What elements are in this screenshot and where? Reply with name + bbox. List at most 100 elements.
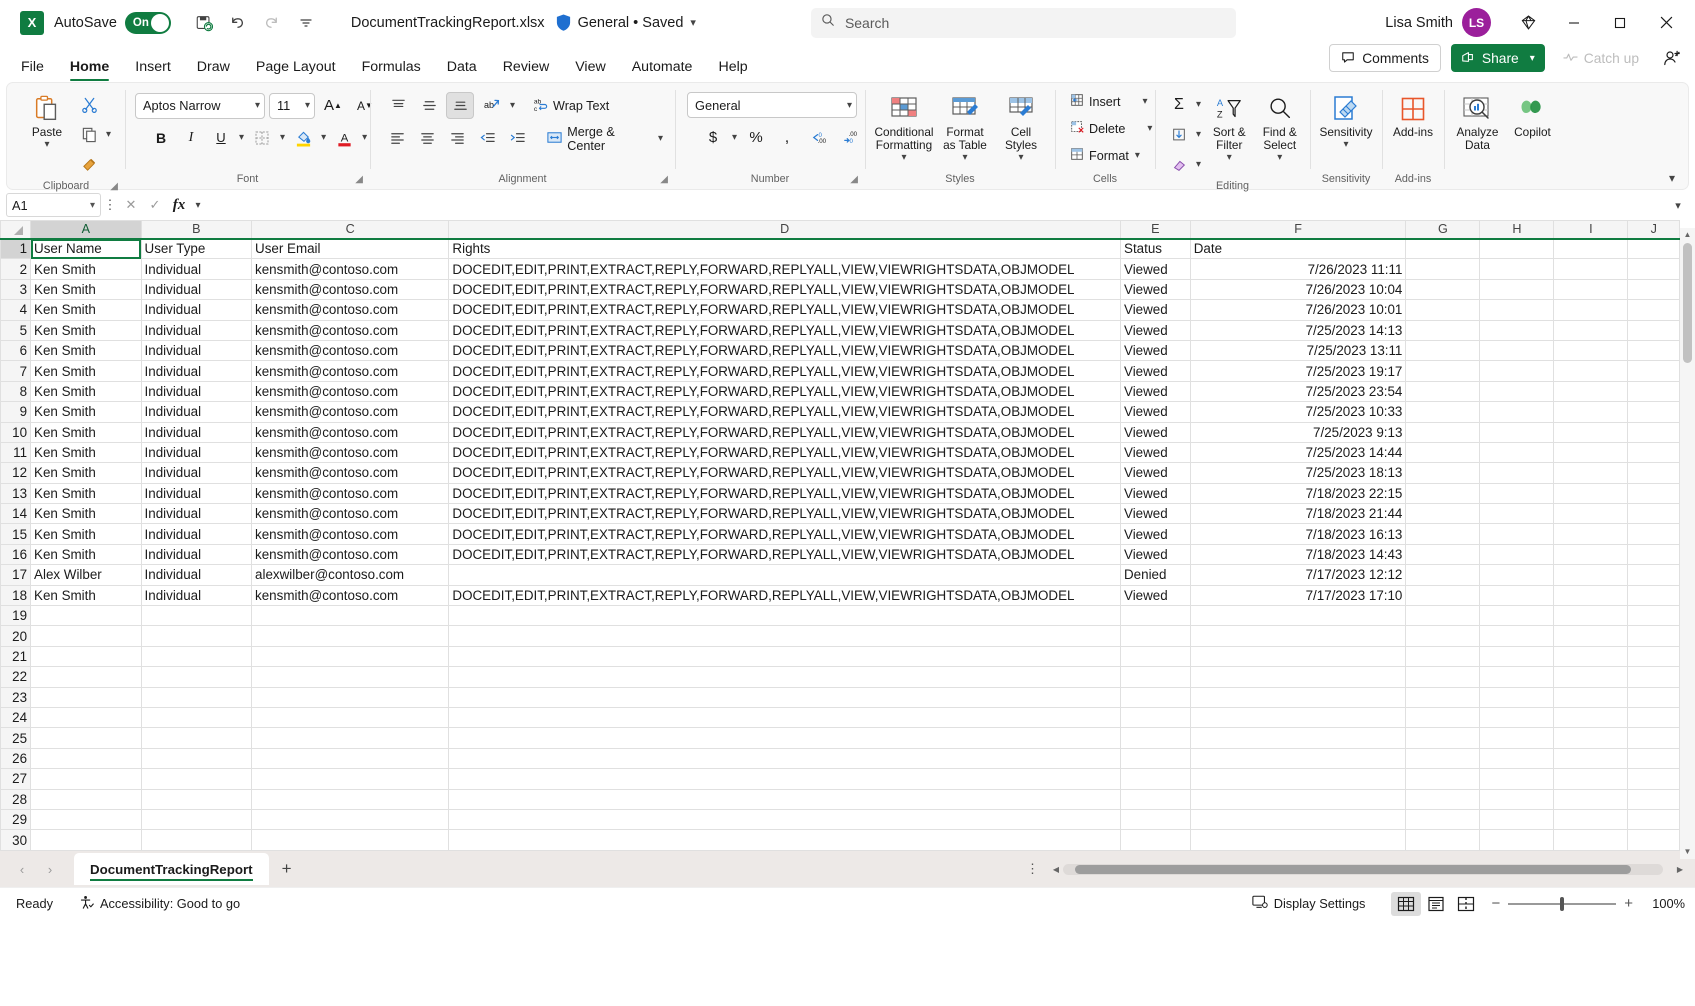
cell-E15[interactable]: Viewed (1121, 524, 1191, 544)
cell-G2[interactable] (1406, 259, 1480, 279)
increase-indent-icon[interactable] (504, 125, 531, 152)
cell-I22[interactable] (1554, 667, 1628, 687)
cell-C10[interactable]: kensmith@contoso.com (252, 422, 449, 442)
row-header-18[interactable]: 18 (1, 585, 31, 605)
tab-insert[interactable]: Insert (124, 55, 181, 82)
cell-J28[interactable] (1628, 789, 1680, 809)
cell-B24[interactable] (141, 707, 252, 727)
cell-J20[interactable] (1628, 626, 1680, 646)
cell-I13[interactable] (1554, 483, 1628, 503)
table-row[interactable]: 25 (1, 728, 1680, 748)
cell-E27[interactable] (1121, 769, 1191, 789)
cell-F7[interactable]: 7/25/2023 19:17 (1190, 361, 1406, 381)
tab-draw[interactable]: Draw (186, 55, 241, 82)
table-row[interactable]: 14Ken SmithIndividualkensmith@contoso.co… (1, 504, 1680, 524)
chevron-down-icon[interactable]: ▾ (90, 200, 95, 211)
cell-J6[interactable] (1628, 340, 1680, 360)
cell-D16[interactable]: DOCEDIT,EDIT,PRINT,EXTRACT,REPLY,FORWARD… (449, 544, 1121, 564)
cell-I8[interactable] (1554, 381, 1628, 401)
cell-C27[interactable] (252, 769, 449, 789)
cell-A20[interactable] (31, 626, 142, 646)
chevron-down-icon[interactable]: ▾ (899, 152, 908, 163)
normal-view-icon[interactable] (1391, 892, 1421, 916)
cell-B27[interactable] (141, 769, 252, 789)
dialog-launcher-icon[interactable]: ◢ (660, 172, 668, 188)
table-row[interactable]: 6Ken SmithIndividualkensmith@contoso.com… (1, 340, 1680, 360)
share-button[interactable]: Share ▾ (1451, 44, 1545, 72)
cell-G25[interactable] (1406, 728, 1480, 748)
cell-A31[interactable] (31, 850, 142, 851)
cell-D24[interactable] (449, 707, 1121, 727)
cell-C6[interactable]: kensmith@contoso.com (252, 340, 449, 360)
cell-G27[interactable] (1406, 769, 1480, 789)
cell-H2[interactable] (1480, 259, 1554, 279)
cell-D8[interactable]: DOCEDIT,EDIT,PRINT,EXTRACT,REPLY,FORWARD… (449, 381, 1121, 401)
cell-J26[interactable] (1628, 748, 1680, 768)
cell-F9[interactable]: 7/25/2023 10:33 (1190, 402, 1406, 422)
cell-I18[interactable] (1554, 585, 1628, 605)
row-header-24[interactable]: 24 (1, 707, 31, 727)
column-header-e[interactable]: E (1121, 221, 1191, 239)
row-header-4[interactable]: 4 (1, 300, 31, 320)
cell-A30[interactable] (31, 830, 142, 850)
cell-D2[interactable]: DOCEDIT,EDIT,PRINT,EXTRACT,REPLY,FORWARD… (449, 259, 1121, 279)
cell-G18[interactable] (1406, 585, 1480, 605)
cell-I9[interactable] (1554, 402, 1628, 422)
cell-A18[interactable]: Ken Smith (31, 585, 142, 605)
row-header-28[interactable]: 28 (1, 789, 31, 809)
cell-A6[interactable]: Ken Smith (31, 340, 142, 360)
cell-H11[interactable] (1480, 442, 1554, 462)
format-painter-button[interactable] (75, 151, 103, 178)
cell-I17[interactable] (1554, 565, 1628, 585)
undo-icon[interactable] (221, 7, 255, 39)
chevron-down-icon[interactable]: ▾ (841, 100, 852, 111)
person-add-icon[interactable] (1649, 36, 1695, 80)
cell-I29[interactable] (1554, 809, 1628, 829)
zoom-level[interactable]: 100% (1643, 896, 1685, 911)
cell-C4[interactable]: kensmith@contoso.com (252, 300, 449, 320)
page-layout-view-icon[interactable] (1421, 892, 1451, 916)
cell-B14[interactable]: Individual (141, 504, 252, 524)
align-center-icon[interactable] (414, 125, 441, 152)
cell-F15[interactable]: 7/18/2023 16:13 (1190, 524, 1406, 544)
table-row[interactable]: 10Ken SmithIndividualkensmith@contoso.co… (1, 422, 1680, 442)
chevron-left-icon[interactable]: ‹ (8, 862, 36, 877)
fill-down-icon[interactable] (1165, 121, 1193, 148)
cell-D17[interactable] (449, 565, 1121, 585)
cell-C29[interactable] (252, 809, 449, 829)
cell-G15[interactable] (1406, 524, 1480, 544)
cell-B3[interactable]: Individual (141, 279, 252, 299)
cell-D15[interactable]: DOCEDIT,EDIT,PRINT,EXTRACT,REPLY,FORWARD… (449, 524, 1121, 544)
zoom-out-icon[interactable]: − (1491, 895, 1500, 912)
cell-C21[interactable] (252, 646, 449, 666)
row-header-23[interactable]: 23 (1, 687, 31, 707)
cell-C3[interactable]: kensmith@contoso.com (252, 279, 449, 299)
cell-A27[interactable] (31, 769, 142, 789)
cell-G19[interactable] (1406, 606, 1480, 626)
tab-formulas[interactable]: Formulas (351, 55, 432, 82)
cell-I31[interactable] (1554, 850, 1628, 851)
cell-B5[interactable]: Individual (141, 320, 252, 340)
cell-H18[interactable] (1480, 585, 1554, 605)
currency-icon[interactable]: $ (699, 124, 727, 151)
cell-H16[interactable] (1480, 544, 1554, 564)
horizontal-scrollbar[interactable] (1063, 864, 1663, 875)
row-header-29[interactable]: 29 (1, 809, 31, 829)
chevron-down-icon[interactable]: ▾ (42, 139, 51, 150)
cell-G10[interactable] (1406, 422, 1480, 442)
underline-button[interactable]: U (207, 124, 235, 151)
row-header-27[interactable]: 27 (1, 769, 31, 789)
cell-B12[interactable]: Individual (141, 463, 252, 483)
cell-E18[interactable]: Viewed (1121, 585, 1191, 605)
cell-J5[interactable] (1628, 320, 1680, 340)
cell-I21[interactable] (1554, 646, 1628, 666)
customize-quick-access-icon[interactable] (289, 7, 323, 39)
cell-D27[interactable] (449, 769, 1121, 789)
cell-C5[interactable]: kensmith@contoso.com (252, 320, 449, 340)
cell-G21[interactable] (1406, 646, 1480, 666)
cell-D12[interactable]: DOCEDIT,EDIT,PRINT,EXTRACT,REPLY,FORWARD… (449, 463, 1121, 483)
cell-C11[interactable]: kensmith@contoso.com (252, 442, 449, 462)
table-row[interactable]: 7Ken SmithIndividualkensmith@contoso.com… (1, 361, 1680, 381)
table-row[interactable]: 3Ken SmithIndividualkensmith@contoso.com… (1, 279, 1680, 299)
collapse-ribbon-icon[interactable]: ▾ (1662, 169, 1682, 187)
